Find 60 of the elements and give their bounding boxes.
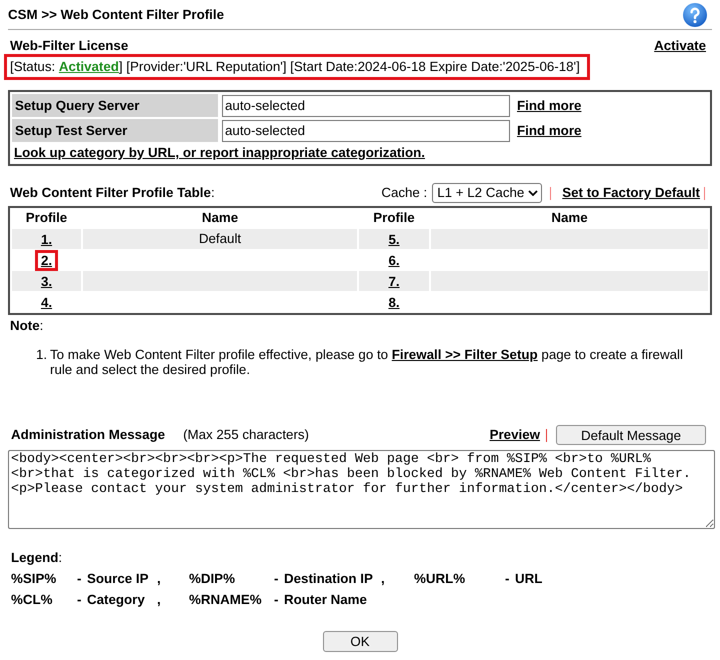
legend-separator: , bbox=[157, 571, 161, 586]
legend-description: Router Name bbox=[284, 592, 367, 607]
profile-link[interactable]: 8. bbox=[388, 294, 400, 310]
lookup-category-link[interactable]: Look up category by URL, or report inappropriate categorization. bbox=[14, 143, 425, 163]
char-limit-text: (Max 255 characters) bbox=[183, 426, 309, 444]
legend-description: Source IP bbox=[87, 571, 148, 586]
note-text: To make Web Content Filter profile effective, please go to Firewall >> Filter Setup page to create a firewall rule and select the desired profile. bbox=[50, 347, 684, 377]
cache-label: Cache : bbox=[381, 184, 428, 202]
legend-code: %CL% bbox=[11, 592, 52, 607]
profile-link[interactable]: 1. bbox=[40, 232, 52, 246]
filter-setup-link[interactable]: Firewall >> Filter Setup bbox=[392, 347, 538, 362]
legend-separator: - bbox=[274, 592, 278, 607]
page-title: CSM >> Web Content Filter Profile bbox=[8, 6, 224, 24]
legend-code: %RNAME% bbox=[189, 592, 262, 607]
column-header: Name bbox=[550, 209, 589, 227]
profile-link[interactable]: 7. bbox=[388, 274, 400, 288]
default-message-button[interactable]: Default Message bbox=[556, 425, 706, 445]
legend-code: %SIP% bbox=[11, 571, 56, 586]
table-title: Web Content Filter Profile Table: bbox=[10, 184, 215, 202]
field-label: Setup Query Server bbox=[12, 94, 218, 117]
legend-separator: - bbox=[77, 571, 82, 586]
admin-message-heading: Administration Message bbox=[10, 426, 166, 444]
legend-description: Destination IP bbox=[284, 571, 373, 586]
legend-separator: , bbox=[381, 571, 385, 586]
caret-icon bbox=[528, 190, 538, 196]
column-header: Name bbox=[200, 209, 240, 227]
profile-link[interactable]: 4. bbox=[40, 294, 52, 310]
column-header: Profile bbox=[24, 209, 68, 227]
find-more-link[interactable]: Find more bbox=[517, 96, 582, 116]
message-textarea[interactable]: <body><center><br><br><br><p>The requested Web page <br> from %SIP% <br>to %URL% <br>that is categorized with %CL% <br>has been blocked by %RNAME% Web Content Filter. <p>Please contact your system administrator for further information.</center></body> bbox=[8, 450, 715, 529]
legend-code: %URL% bbox=[414, 571, 466, 586]
factory-default-link[interactable]: Set to Factory Default bbox=[562, 183, 700, 203]
ok-button[interactable]: OK bbox=[322, 631, 398, 652]
legend-separator: , bbox=[157, 592, 161, 607]
server-input[interactable]: auto-selected bbox=[222, 120, 510, 142]
column-header: Profile bbox=[372, 209, 416, 227]
field-label: Setup Test Server bbox=[12, 119, 218, 142]
note-heading: Note: bbox=[9, 318, 44, 333]
legend-code: %DIP% bbox=[189, 571, 235, 586]
activate-link[interactable]: Activate bbox=[654, 36, 706, 56]
legend-separator: - bbox=[505, 571, 510, 586]
server-input[interactable]: auto-selected bbox=[222, 94, 510, 116]
legend-separator: - bbox=[77, 592, 82, 607]
profile-link[interactable]: 6. bbox=[388, 252, 400, 268]
legend-description: Category bbox=[87, 592, 145, 607]
table-cell: Default bbox=[83, 229, 357, 249]
help-icon[interactable] bbox=[683, 2, 707, 26]
section-heading: Web-Filter License bbox=[10, 37, 128, 56]
profile-link[interactable]: 2. bbox=[40, 252, 52, 268]
status-link[interactable]: Activated bbox=[58, 59, 119, 74]
legend-description: URL bbox=[515, 571, 542, 586]
legend-separator: - bbox=[274, 571, 278, 586]
profile-link[interactable]: 5. bbox=[388, 232, 400, 246]
preview-link[interactable]: Preview bbox=[490, 425, 540, 445]
find-more-link[interactable]: Find more bbox=[517, 120, 582, 140]
license-status-text: [Status: Activated] [Provider:'URL Reputation'] [Start Date:2024-06-18 Expire Date:'2025-06-18'] bbox=[10, 58, 580, 76]
list-number: 1. bbox=[36, 347, 48, 364]
legend-heading: Legend: bbox=[10, 550, 64, 566]
cache-select[interactable]: L1 + L2 Cache bbox=[432, 183, 542, 203]
profile-link[interactable]: 3. bbox=[40, 274, 52, 288]
